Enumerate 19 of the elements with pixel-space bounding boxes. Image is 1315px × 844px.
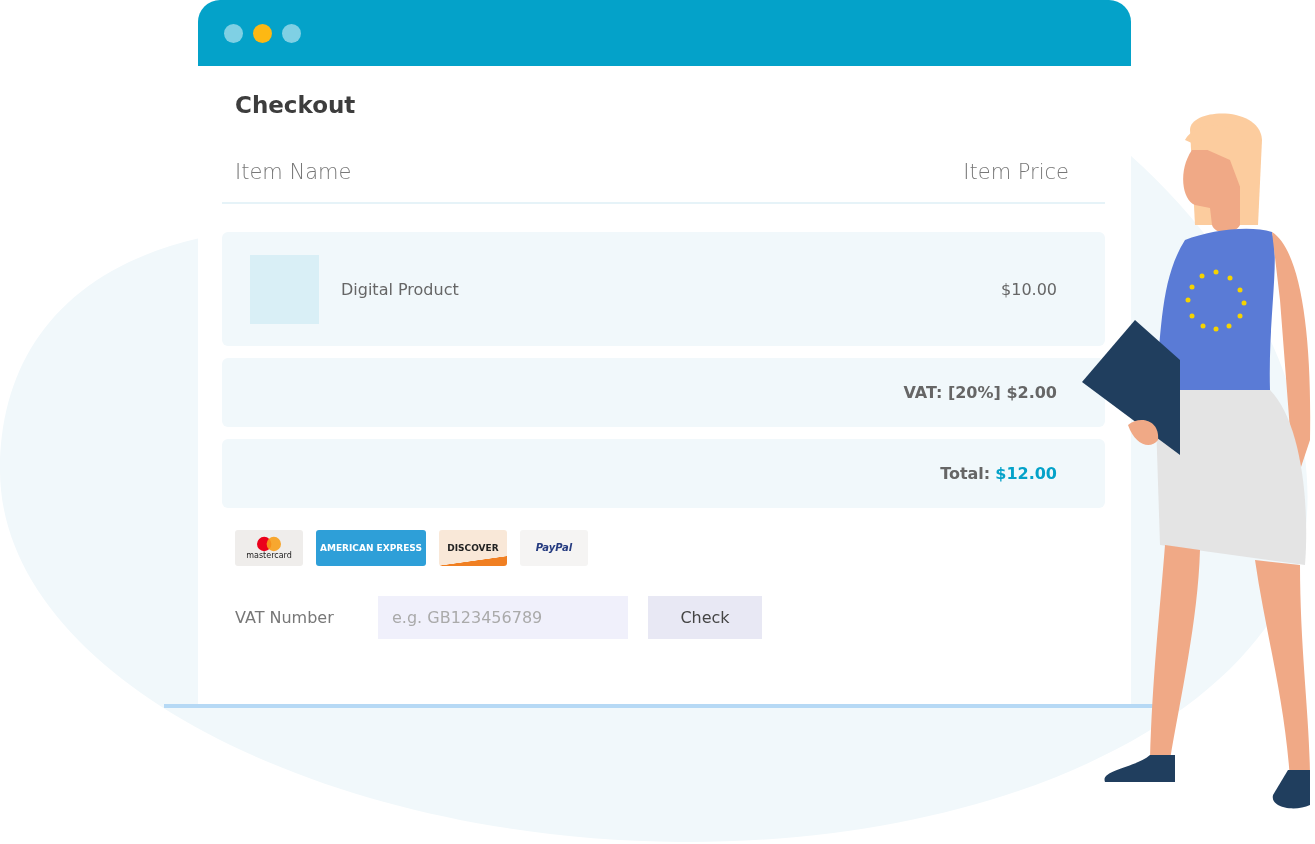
- column-header: Item Name: [235, 160, 352, 184]
- item-name: Digital Product: [341, 279, 460, 299]
- discover-logo: DISCOVER: [438, 530, 507, 566]
- vat-number-field[interactable]: e.g. GB123456789: [378, 596, 628, 639]
- amex-logo: AMERICAN EXPRESS: [316, 530, 426, 566]
- window-dot[interactable]: [253, 24, 272, 43]
- vat-number-label: VAT Number: [235, 608, 335, 627]
- total-label: Total:: [940, 464, 991, 483]
- paypal-logo: PayPal: [519, 530, 588, 566]
- check-button[interactable]: Check: [648, 596, 762, 639]
- product-thumbnail: [250, 254, 319, 324]
- vat-amount: VAT: [20%] $2.00: [903, 383, 1057, 402]
- window-dot[interactable]: [282, 24, 301, 43]
- item-price: $10.00: [1001, 279, 1057, 299]
- checkout-title: Checkout: [234, 92, 357, 120]
- window-dot[interactable]: [224, 24, 243, 43]
- column-header: Item Price: [963, 160, 1069, 184]
- total-amount: $12.00: [995, 464, 1057, 483]
- mastercard-logo: mastercard: [235, 530, 303, 566]
